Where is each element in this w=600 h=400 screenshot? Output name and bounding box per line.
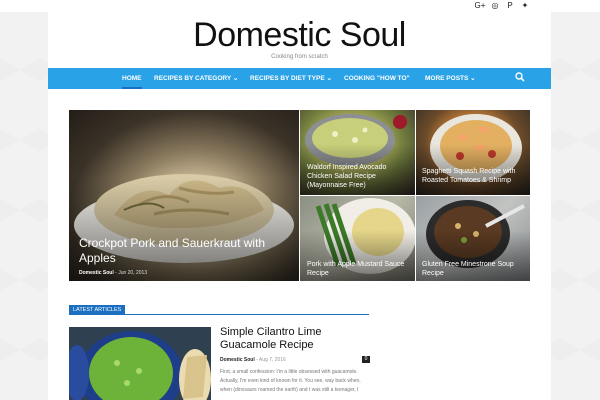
post-date: Jun 20, 2013	[118, 270, 148, 276]
featured-post-small[interactable]: Waldorf Inspired Avocado Chicken Salad R…	[300, 110, 415, 195]
nav-item-more-posts[interactable]: MORE POSTS ⌄	[425, 68, 476, 89]
article-meta: Domestic Soul - Aug 7, 2016	[220, 357, 286, 363]
post-title[interactable]: Spaghetti Squash Recipe with Roasted Tom…	[422, 167, 528, 185]
main-nav: HOME RECIPES BY CATEGORY ⌄ RECIPES BY DI…	[48, 68, 551, 89]
featured-post-title[interactable]: Crockpot Pork and Sauerkraut with Apples	[79, 236, 279, 266]
featured-post-meta: Domestic Soul - Jun 20, 2013	[79, 270, 147, 276]
latest-articles-label: LATEST ARTICLES	[69, 305, 126, 315]
featured-post-large[interactable]: Crockpot Pork and Sauerkraut with Apples…	[69, 110, 299, 281]
site-title[interactable]: Domestic Soul	[48, 16, 551, 55]
post-title[interactable]: Waldorf Inspired Avocado Chicken Salad R…	[307, 163, 411, 190]
search-icon[interactable]	[515, 72, 525, 82]
main-content: Crockpot Pork and Sauerkraut with Apples…	[48, 89, 551, 400]
nav-item-home[interactable]: HOME	[122, 68, 142, 89]
article-excerpt: First, a small confession: I'm a little …	[220, 369, 361, 393]
article-date: Aug 7, 2016	[258, 357, 286, 363]
site-tagline: Cooking from scratch	[271, 54, 328, 60]
article-title[interactable]: Simple Cilantro Lime Guacamole Recipe	[220, 326, 370, 352]
instagram-icon[interactable]: ◎	[489, 0, 501, 12]
article-thumbnail[interactable]	[69, 327, 211, 400]
pinterest-icon[interactable]: P	[504, 0, 516, 12]
post-title[interactable]: Pork with Apple Mustard Sauce Recipe	[307, 260, 411, 278]
google-plus-icon[interactable]: G+	[474, 0, 486, 12]
featured-post-small[interactable]: Spaghetti Squash Recipe with Roasted Tom…	[416, 110, 530, 195]
post-title[interactable]: Gluten Free Minestrone Soup Recipe	[422, 260, 526, 278]
post-author[interactable]: Domestic Soul	[79, 270, 114, 276]
nav-item-recipes-by-category[interactable]: RECIPES BY CATEGORY ⌄	[154, 68, 238, 89]
guacamole-illustration	[69, 327, 211, 400]
latest-articles-header: LATEST ARTICLES	[69, 305, 369, 315]
featured-post-small[interactable]: Pork with Apple Mustard Sauce Recipe	[300, 196, 415, 281]
featured-post-small[interactable]: Gluten Free Minestrone Soup Recipe	[416, 196, 530, 281]
site-header: Domestic Soul Cooking from scratch	[48, 12, 551, 68]
top-bar: G+ ◎ P ✦	[0, 0, 600, 12]
comment-count-badge[interactable]: 0	[362, 356, 370, 363]
twitter-icon[interactable]: ✦	[519, 0, 531, 12]
nav-item-recipes-by-diet-type[interactable]: RECIPES BY DIET TYPE ⌄	[250, 68, 332, 89]
article-author[interactable]: Domestic Soul	[220, 357, 255, 363]
nav-item-cooking-how-to[interactable]: COOKING "HOW TO"	[344, 68, 410, 89]
